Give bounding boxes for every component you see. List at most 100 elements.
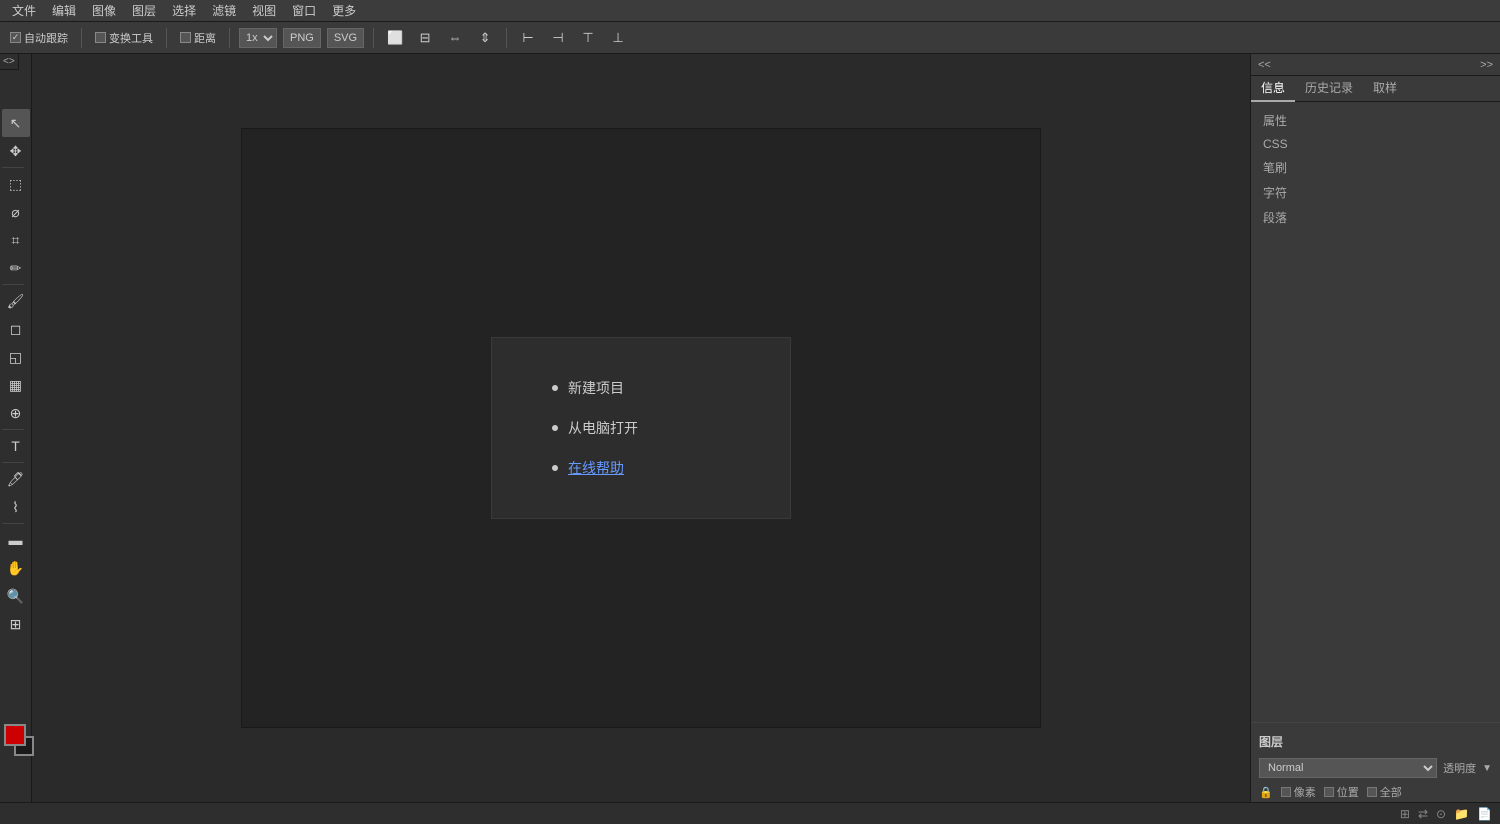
lock-checkbox-像素[interactable]: [1281, 787, 1291, 797]
tools-list: ↖✥ ⬚⌀⌗✏ 🖌◻◱▦⊕ T 🖊⌇ ▬✋🔍⊞: [2, 109, 30, 638]
move-tool-button[interactable]: ✥: [2, 137, 30, 165]
left-panel-collapse[interactable]: <>: [0, 54, 19, 70]
canvas-workspace[interactable]: 新建项目从电脑打开在线帮助: [241, 128, 1041, 728]
layers-section: 图层 NormalMultiplyScreenOverlayDarkenLigh…: [1251, 722, 1500, 802]
export-button[interactable]: ⬜: [383, 27, 407, 49]
marquee-tool-button[interactable]: ⬚: [2, 170, 30, 198]
panel-tab-信息[interactable]: 信息: [1251, 75, 1295, 102]
status-bar: ⊞ ⇄ ⊙ 📁 📄: [0, 802, 1500, 824]
menu-item-编辑[interactable]: 编辑: [44, 0, 84, 21]
distance-checkbox[interactable]: [180, 32, 191, 43]
align-right-button[interactable]: ⊤: [576, 27, 600, 49]
menu-item-窗口[interactable]: 窗口: [284, 0, 324, 21]
panel-tab-取样[interactable]: 取样: [1363, 75, 1407, 102]
lock-checkbox-全部[interactable]: [1367, 787, 1377, 797]
menu-item-更多[interactable]: 更多: [324, 0, 364, 21]
toolbar: 自动跟踪 变换工具 距离 1x2x3x4x PNG SVG ⬜ ⊟ ⇔ ⇕ ⊢ …: [0, 22, 1500, 54]
toolbar-distance[interactable]: 距离: [176, 28, 220, 48]
right-panel-collapse-left[interactable]: <<: [1255, 59, 1274, 71]
layers-lock-row: 🔒 像素 位置全部: [1251, 782, 1500, 802]
hand-tool-button[interactable]: ✋: [2, 554, 30, 582]
align-left-button[interactable]: ⊢: [516, 27, 540, 49]
eyedropper-tool-button[interactable]: ✏: [2, 254, 30, 282]
panel-section-笔刷[interactable]: 笔刷: [1251, 155, 1500, 180]
toolbar-transform[interactable]: 变换工具: [91, 28, 157, 48]
selection-tool-button[interactable]: ↖: [2, 109, 30, 137]
menu-item-图层[interactable]: 图层: [124, 0, 164, 21]
lasso-tool-button[interactable]: ⌀: [2, 198, 30, 226]
status-file-icon[interactable]: 📄: [1477, 807, 1492, 821]
zoom-tool-button[interactable]: 🔍: [2, 582, 30, 610]
toolbar-sep-1: [81, 28, 82, 48]
layers-title: 图层: [1259, 733, 1283, 750]
panel-tab-历史记录[interactable]: 历史记录: [1295, 75, 1363, 102]
auto-trace-label: 自动跟踪: [24, 30, 68, 46]
menu-item-选择[interactable]: 选择: [164, 0, 204, 21]
lock-checkbox-位置[interactable]: [1324, 787, 1334, 797]
menu-item-文件[interactable]: 文件: [4, 0, 44, 21]
tool-sep-10: [2, 429, 24, 430]
tool-sep-13: [2, 523, 24, 524]
status-grid-icon[interactable]: ⊞: [1400, 807, 1410, 821]
start-item-2[interactable]: 在线帮助: [552, 458, 730, 478]
shape-tool-button[interactable]: ▬: [2, 526, 30, 554]
lock-option-全部[interactable]: 全部: [1367, 784, 1402, 800]
lock-option-位置[interactable]: 位置: [1324, 784, 1359, 800]
status-target-icon[interactable]: ⊙: [1436, 807, 1446, 821]
lock-label-像素: 像素: [1294, 784, 1316, 800]
blend-mode-select[interactable]: NormalMultiplyScreenOverlayDarkenLighten: [1259, 758, 1437, 778]
opacity-label: 透明度: [1443, 760, 1476, 776]
action-tool-button[interactable]: ⊞: [2, 610, 30, 638]
scale-select[interactable]: 1x2x3x4x: [239, 28, 277, 48]
toolbar-auto-trace[interactable]: 自动跟踪: [6, 28, 72, 48]
toolbar-sep-3: [229, 28, 230, 48]
start-item-bullet-1: [552, 425, 558, 431]
panel-section-CSS[interactable]: CSS: [1251, 133, 1500, 155]
distribute-button[interactable]: ⊥: [606, 27, 630, 49]
brush-tool-button[interactable]: 🖌: [2, 287, 30, 315]
heal-tool-button[interactable]: ⊕: [2, 399, 30, 427]
flip-h-button[interactable]: ⇔: [443, 27, 467, 49]
pen-tool-button[interactable]: 🖊: [2, 465, 30, 493]
canvas-area[interactable]: 新建项目从电脑打开在线帮助: [32, 54, 1250, 802]
align-center-button[interactable]: ⊣: [546, 27, 570, 49]
gradient-tool-button[interactable]: ▦: [2, 371, 30, 399]
clone-tool-button[interactable]: ◱: [2, 343, 30, 371]
tool-sep-1: [2, 167, 24, 168]
status-folder-icon[interactable]: 📁: [1454, 807, 1469, 821]
warp-tool-button[interactable]: ⌇: [2, 493, 30, 521]
panel-section-字符[interactable]: 字符: [1251, 180, 1500, 205]
text-tool-button[interactable]: T: [2, 432, 30, 460]
lock-option-像素[interactable]: 像素: [1281, 784, 1316, 800]
lock-icon: 🔒: [1259, 786, 1273, 799]
foreground-color-swatch[interactable]: [4, 724, 26, 746]
panel-section-段落[interactable]: 段落: [1251, 205, 1500, 230]
lock-options-list: 像素 位置全部: [1281, 784, 1402, 800]
tool-sep-11: [2, 462, 24, 463]
lock-label-位置: 位置: [1337, 784, 1359, 800]
right-panel-content: 属性CSS笔刷字符段落: [1251, 102, 1500, 714]
panel-section-属性[interactable]: 属性: [1251, 108, 1500, 133]
right-panel-collapse-right[interactable]: >>: [1477, 59, 1496, 71]
start-item-bullet-2: [552, 465, 558, 471]
layers-controls: NormalMultiplyScreenOverlayDarkenLighten…: [1251, 754, 1500, 782]
opacity-arrow: ▼: [1482, 763, 1492, 774]
start-item-label-0: 新建项目: [568, 378, 624, 398]
start-item-0[interactable]: 新建项目: [552, 378, 730, 398]
auto-trace-checkbox[interactable]: [10, 32, 21, 43]
crop-tool-button[interactable]: ⌗: [2, 226, 30, 254]
flip-v-button[interactable]: ⇕: [473, 27, 497, 49]
format-png-button[interactable]: PNG: [283, 28, 321, 48]
menu-item-视图[interactable]: 视图: [244, 0, 284, 21]
start-item-1[interactable]: 从电脑打开: [552, 418, 730, 438]
menu-item-图像[interactable]: 图像: [84, 0, 124, 21]
main-layout: <> ↖✥ ⬚⌀⌗✏ 🖌◻◱▦⊕ T 🖊⌇ ▬✋🔍⊞ 新建项目从电脑打开在线帮助 << >…: [0, 54, 1500, 802]
menu-item-滤镜[interactable]: 滤镜: [204, 0, 244, 21]
status-swap-icon[interactable]: ⇄: [1418, 807, 1428, 821]
transform-checkbox[interactable]: [95, 32, 106, 43]
toolbar-sep-4: [373, 28, 374, 48]
transform-label: 变换工具: [109, 30, 153, 46]
slice-button[interactable]: ⊟: [413, 27, 437, 49]
format-svg-button[interactable]: SVG: [327, 28, 364, 48]
eraser-tool-button[interactable]: ◻: [2, 315, 30, 343]
